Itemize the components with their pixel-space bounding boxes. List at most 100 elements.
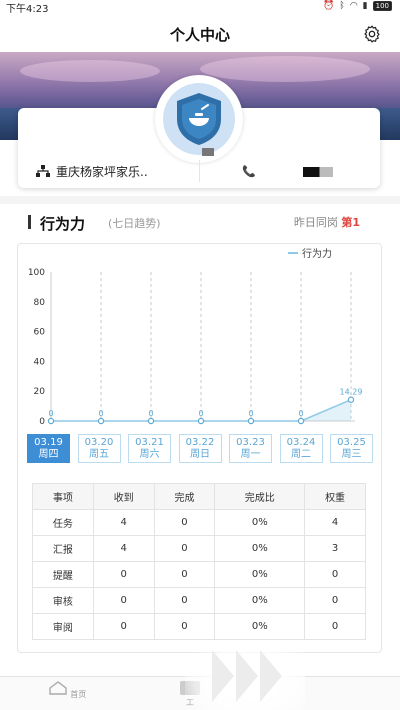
data-point: [197, 417, 205, 425]
date-tab-03.23[interactable]: 03.23 周一: [229, 434, 272, 463]
data-label: 0: [248, 409, 253, 418]
table-row: 提醒 0 0 0% 0: [32, 561, 366, 588]
date-tab-03.19[interactable]: 03.19 周四: [27, 434, 70, 463]
swipe-arrow-icon: [212, 650, 234, 702]
home-icon: [49, 681, 67, 695]
divider: [199, 160, 200, 182]
data-point: [147, 417, 155, 425]
y-tick-label: 40: [34, 357, 46, 367]
swipe-arrow-icon: [236, 650, 258, 702]
date-tabs: 03.19 周四 03.20 周五 03.21 周六 03.22 周日 03.23 周一 03.24…: [27, 434, 377, 464]
date-tab-03.24[interactable]: 03.24 周二: [279, 434, 323, 463]
app-header: 个人中心: [0, 14, 400, 52]
table-cell: 4: [92, 509, 155, 536]
table-cell: 0%: [214, 587, 306, 614]
table-cell: 0: [304, 587, 366, 614]
gear-icon[interactable]: [362, 24, 382, 44]
y-tick-label: 80: [34, 298, 46, 308]
data-label: 0: [98, 409, 103, 418]
table-cell: 0%: [214, 561, 306, 588]
date-tab-weekday: 周五: [89, 449, 109, 460]
date-tab-weekday: 周六: [139, 449, 160, 460]
bluetooth-icon: ᛒ: [339, 1, 345, 11]
data-point: [97, 417, 105, 425]
date-tab-03.20[interactable]: 03.20 周五: [77, 434, 121, 463]
behavior-section-header: 行为力 (七日趋势) 昨日同岗 第1: [18, 212, 382, 234]
tab-home-label: 首页: [70, 690, 87, 699]
date-tab-weekday: 周一: [240, 449, 261, 460]
date-tab-weekday: 周二: [291, 449, 311, 460]
table-cell: 审阅: [32, 613, 94, 640]
table-cell: 4: [304, 509, 366, 536]
table-header-cell: 完成比: [214, 483, 306, 510]
user-name-masked: [202, 148, 214, 156]
date-tab-weekday: 周日: [190, 449, 210, 460]
table-cell: 任务: [32, 509, 94, 536]
date-tab-03.21[interactable]: 03.21 周六: [128, 434, 171, 463]
title-accent-bar: [28, 215, 31, 229]
phone-number-masked: [303, 167, 333, 177]
y-tick-label: 100: [28, 268, 45, 278]
page-title: 个人中心: [169, 26, 230, 44]
signal-icon: ▮: [362, 1, 368, 11]
date-tab-date: 03.24: [286, 437, 316, 448]
legend-label: 行为力: [302, 249, 332, 260]
data-label: 14.29: [340, 388, 363, 397]
table-cell: 汇报: [32, 535, 94, 562]
data-label: 0: [48, 409, 53, 418]
date-tab-date: 03.21: [135, 437, 164, 448]
table-cell: 审核: [32, 587, 94, 614]
swipe-arrow-icon: [260, 650, 282, 702]
table-header-cell: 权重: [304, 483, 366, 510]
date-tab-date: 03.20: [84, 437, 114, 448]
avatar[interactable]: [155, 75, 243, 163]
table-cell: 0: [153, 561, 216, 588]
chart-legend: 行为力: [288, 245, 332, 260]
behavior-chart: 0204060801000 0 0 0 0 014.29: [28, 268, 363, 427]
rank-value: 第1: [341, 216, 360, 229]
date-tab-date: 03.23: [236, 437, 265, 448]
table-header-cell: 完成: [153, 483, 216, 510]
data-label: 0: [298, 409, 303, 418]
date-tab-weekday: 周三: [341, 449, 362, 460]
table-cell: 0: [304, 561, 366, 588]
table-cell: 0%: [214, 509, 306, 536]
table-cell: 0: [92, 613, 155, 640]
table-row: 任务 4 0 0% 4: [32, 509, 366, 536]
data-point: [347, 396, 355, 403]
table-cell: 0: [153, 509, 216, 536]
table-cell: 0: [153, 613, 216, 640]
table-row: 审核 0 0 0% 0: [32, 587, 366, 614]
date-tab-03.22[interactable]: 03.22 周日: [178, 434, 222, 463]
battery-icon: 100: [372, 1, 392, 11]
table-row: 汇报 4 0 0% 3: [32, 535, 366, 562]
table-cell: 0%: [214, 535, 306, 562]
data-label: 0: [148, 409, 153, 418]
behavior-title: 行为力: [40, 215, 86, 233]
table-cell: 0: [153, 587, 216, 614]
table-cell: 0%: [214, 613, 306, 640]
date-tab-date: 03.25: [337, 437, 366, 448]
y-tick-label: 60: [34, 328, 46, 338]
behavior-subtitle: (七日趋势): [108, 217, 161, 230]
status-bar: 下午4:23 ⏰ ᛒ ◠ ▮ 100: [0, 0, 400, 15]
table-header-row: 事项 收到 完成 完成比 权重: [32, 483, 366, 510]
date-tab-03.25[interactable]: 03.25 周三: [330, 434, 373, 463]
date-tab-weekday: 周四: [38, 449, 59, 460]
rank-info: 昨日同岗 第1: [293, 216, 360, 229]
table-cell: 0: [92, 561, 155, 588]
org-chart-icon: [36, 165, 50, 177]
wifi-icon: ◠: [349, 1, 358, 11]
table-header-cell: 收到: [92, 483, 155, 510]
phone-icon[interactable]: 📞: [242, 165, 256, 178]
table-header-cell: 事项: [32, 483, 94, 510]
stats-table: 事项 收到 完成 完成比 权重 任务 4 0 0% 4 汇报 4 0 0% 3 提醒 0 0 0% 0 审核 0 0 0% 0…: [32, 483, 366, 640]
table-cell: 0: [153, 535, 216, 562]
tab-home[interactable]: 首页: [42, 681, 92, 700]
data-point: [247, 417, 255, 425]
profile-info-row: 重庆杨家坪家乐.. 📞: [18, 158, 380, 186]
table-cell: 提醒: [32, 561, 94, 588]
table-cell: 0: [92, 587, 155, 614]
data-point: [47, 417, 55, 425]
date-tab-date: 03.22: [185, 437, 215, 448]
